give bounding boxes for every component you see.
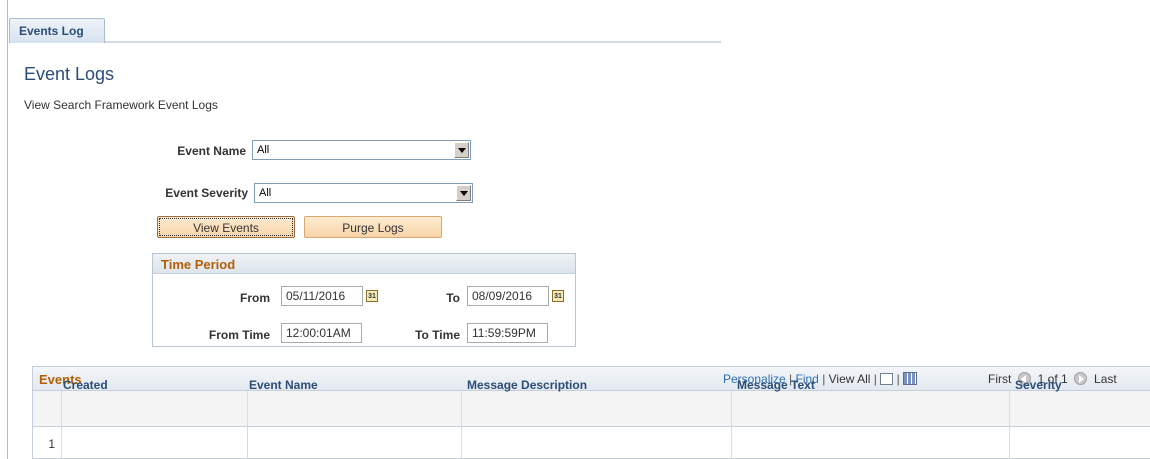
events-grid: Events Personalize | Find | View All | |… (32, 366, 1150, 459)
tab-bar: Events Log (9, 18, 721, 43)
column-header-message-text[interactable]: Message Text (737, 378, 815, 392)
to-time-label: To Time (415, 328, 460, 342)
table-row-number: 1 (48, 437, 55, 451)
view-all-link[interactable]: View All (829, 372, 871, 386)
to-date-input[interactable]: 08/09/2016 (467, 286, 549, 306)
column-divider (1009, 391, 1010, 459)
event-severity-selected-value: All (259, 187, 272, 199)
from-date-input[interactable]: 05/11/2016 (281, 286, 363, 306)
events-grid-header: Events Personalize | Find | View All | |… (33, 367, 1150, 391)
from-time-label: From Time (208, 328, 270, 342)
download-spreadsheet-icon[interactable] (903, 372, 918, 385)
event-name-selected-value: All (257, 144, 270, 156)
from-date-label: From (240, 291, 270, 305)
event-severity-select[interactable]: All (254, 183, 473, 203)
event-name-select[interactable]: All (252, 140, 471, 160)
page-left-border (7, 0, 8, 459)
column-header-event-name[interactable]: Event Name (249, 378, 318, 392)
chevron-down-icon[interactable] (456, 185, 471, 201)
column-header-message-description[interactable]: Message Description (467, 378, 587, 392)
event-severity-label: Event Severity (165, 186, 248, 200)
event-name-label: Event Name (177, 144, 246, 158)
new-window-icon[interactable] (880, 373, 894, 385)
column-divider (61, 391, 62, 459)
first-link[interactable]: First (988, 372, 1011, 386)
column-divider (461, 391, 462, 459)
column-divider (731, 391, 732, 459)
last-link[interactable]: Last (1094, 372, 1117, 386)
chevron-down-icon[interactable] (454, 142, 469, 158)
column-divider (247, 391, 248, 459)
view-events-button[interactable]: View Events (157, 216, 295, 238)
grid-column-header-row (33, 391, 1150, 427)
calendar-icon[interactable]: 31 (552, 290, 564, 302)
purge-logs-button[interactable]: Purge Logs (304, 216, 442, 238)
from-time-input[interactable]: 12:00:01AM (281, 323, 362, 343)
calendar-icon[interactable]: 31 (366, 290, 378, 302)
page-title: Event Logs (24, 64, 115, 84)
time-period-title: Time Period (153, 254, 575, 274)
to-time-input[interactable]: 11:59:59PM (467, 323, 548, 343)
tab-events-log[interactable]: Events Log (9, 18, 105, 43)
column-header-severity[interactable]: Severity (1015, 378, 1062, 392)
next-page-icon[interactable] (1074, 372, 1088, 385)
column-header-created[interactable]: Created (63, 378, 108, 392)
to-date-label: To (446, 291, 460, 305)
page-subtitle: View Search Framework Event Logs (24, 98, 218, 112)
